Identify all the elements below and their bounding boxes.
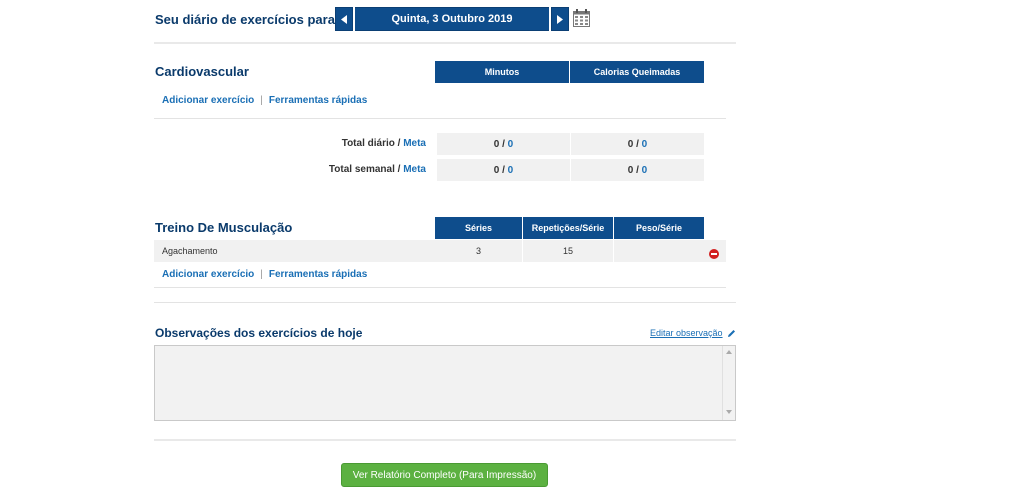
daily-goal-link[interactable]: Meta <box>403 138 426 149</box>
divider <box>154 118 726 119</box>
link-separator: | <box>260 95 263 106</box>
cardio-quick-tools-link[interactable]: Ferramentas rápidas <box>269 95 367 106</box>
daily-minutes: 0 / 0 <box>437 133 570 155</box>
pencil-icon[interactable] <box>727 329 736 338</box>
strength-quick-tools-link[interactable]: Ferramentas rápidas <box>269 269 367 280</box>
calendar-icon[interactable] <box>573 9 590 27</box>
prev-day-button[interactable] <box>335 7 353 31</box>
notes-scrollbar[interactable] <box>722 346 735 420</box>
current-date[interactable]: Quinta, 3 Outubro 2019 <box>355 7 549 31</box>
notes-textarea[interactable] <box>154 345 736 421</box>
strength-header: Séries Repetições/Série Peso/Série <box>435 217 704 239</box>
link-separator: | <box>260 269 263 280</box>
weekly-minutes: 0 / 0 <box>437 159 570 181</box>
table-row: Agachamento 3 15 <box>154 240 726 262</box>
diary-title: Seu diário de exercícios para: <box>155 12 340 27</box>
divider <box>154 302 736 303</box>
scroll-down-icon[interactable] <box>726 410 732 414</box>
remove-icon[interactable] <box>709 246 719 259</box>
exercise-reps[interactable]: 15 <box>522 240 613 262</box>
cardio-links: Adicionar exercício | Ferramentas rápida… <box>162 95 367 106</box>
date-navigator: Quinta, 3 Outubro 2019 <box>335 7 569 31</box>
weekly-calories: 0 / 0 <box>571 159 704 181</box>
daily-calories: 0 / 0 <box>571 133 704 155</box>
daily-total-row: 0 / 0 0 / 0 <box>437 133 704 155</box>
divider <box>154 42 736 44</box>
edit-notes: Editar observação <box>650 328 736 338</box>
col-weight: Peso/Série <box>613 217 704 239</box>
exercise-series[interactable]: 3 <box>435 240 522 262</box>
cardio-header: Minutos Calorias Queimadas <box>435 61 704 83</box>
edit-notes-link[interactable]: Editar observação <box>650 328 723 338</box>
divider <box>154 287 726 288</box>
col-calories: Calorias Queimadas <box>569 61 704 83</box>
notes-title: Observações dos exercícios de hoje <box>155 326 363 340</box>
daily-total-label: Total diário / Meta <box>341 138 426 149</box>
weekly-total-row: 0 / 0 0 / 0 <box>437 159 704 181</box>
strength-links: Adicionar exercício | Ferramentas rápida… <box>162 269 367 280</box>
chevron-right-icon <box>557 14 563 24</box>
weekly-total-label: Total semanal / Meta <box>328 164 426 175</box>
chevron-left-icon <box>341 14 347 24</box>
scroll-up-icon[interactable] <box>726 350 732 354</box>
col-reps: Repetições/Série <box>522 217 613 239</box>
strength-title: Treino De Musculação <box>155 220 293 235</box>
cardio-title: Cardiovascular <box>155 64 249 79</box>
add-cardio-exercise-link[interactable]: Adicionar exercício <box>162 95 254 106</box>
divider <box>154 439 736 441</box>
col-series: Séries <box>435 217 522 239</box>
exercise-weight[interactable] <box>613 240 704 262</box>
weekly-goal-link[interactable]: Meta <box>403 164 426 175</box>
next-day-button[interactable] <box>551 7 569 31</box>
full-report-button[interactable]: Ver Relatório Completo (Para Impressão) <box>341 463 548 487</box>
col-minutes: Minutos <box>435 61 569 83</box>
add-strength-exercise-link[interactable]: Adicionar exercício <box>162 269 254 280</box>
exercise-name[interactable]: Agachamento <box>162 246 218 256</box>
